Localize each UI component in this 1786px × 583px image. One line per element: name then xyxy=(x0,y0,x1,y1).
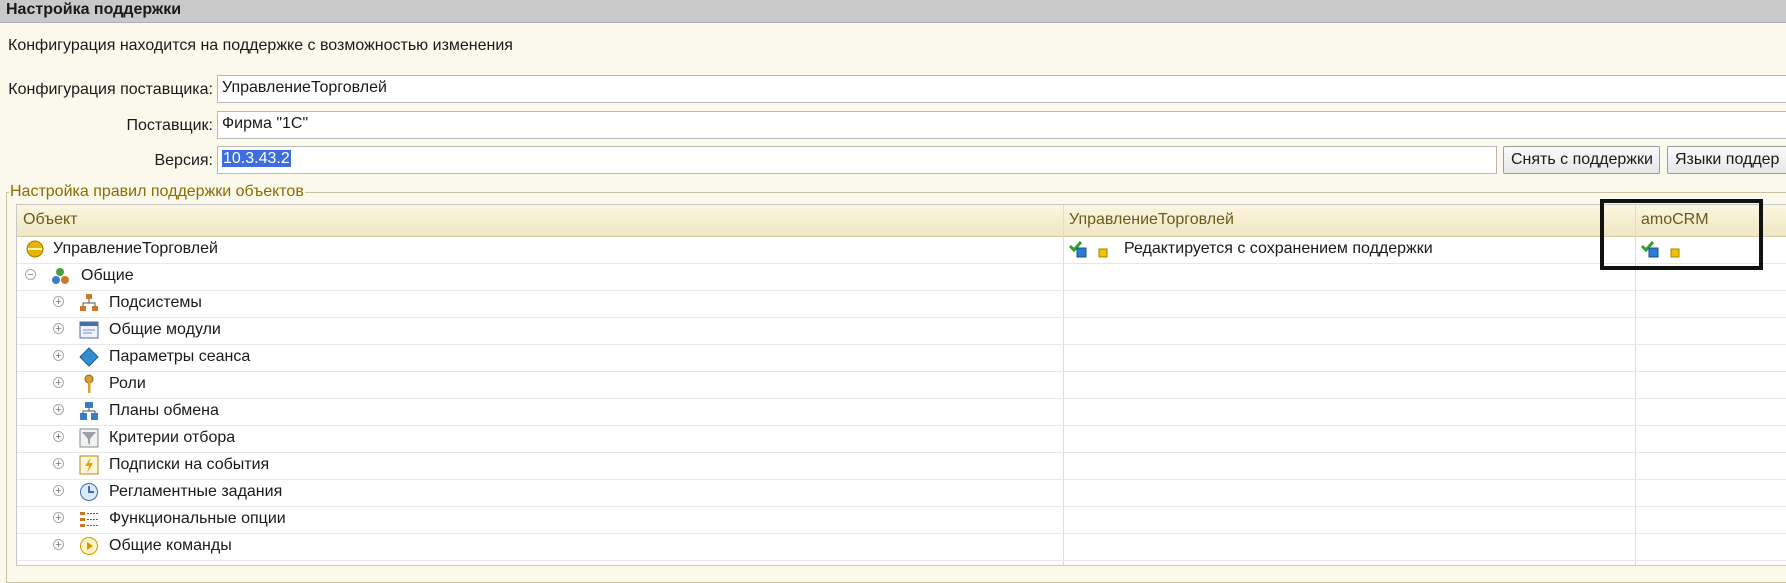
object-name: Критерии отбора xyxy=(109,429,236,446)
expand-icon[interactable]: + xyxy=(53,539,64,551)
vendor-config-value: УправлениеТорговлей xyxy=(222,79,387,96)
vendor-label: Поставщик: xyxy=(126,117,214,134)
subsystems-icon xyxy=(80,294,98,311)
table-row[interactable]: + Роли xyxy=(17,371,1786,399)
object-name: Подписки на события xyxy=(109,456,270,473)
object-name: Функциональные опции xyxy=(109,510,286,527)
version-field[interactable]: 10.3.43.2 xyxy=(217,146,1497,174)
configuration-icon xyxy=(26,240,44,258)
remove-support-button[interactable]: Снять с поддержки xyxy=(1503,146,1660,174)
object-name: Подсистемы xyxy=(109,294,202,311)
expand-icon[interactable]: + xyxy=(53,431,64,443)
object-name: Планы обмена xyxy=(109,402,219,419)
expand-icon[interactable]: + xyxy=(53,458,64,470)
common-modules-icon xyxy=(79,321,99,339)
window-title: Настройка поддержки xyxy=(6,1,182,18)
expand-icon[interactable]: + xyxy=(53,404,64,416)
amocrm-column-highlight-frame xyxy=(1600,199,1763,270)
table-row-root[interactable]: УправлениеТорговлей Редактируется с сохр… xyxy=(17,236,1786,264)
support-rules-table[interactable]: Объект УправлениеТорговлей amoCRM Управл… xyxy=(16,204,1786,566)
vendor-config-label: Конфигурация поставщика: xyxy=(8,81,213,98)
expand-icon[interactable]: + xyxy=(53,512,64,524)
functional-options-icon xyxy=(80,512,98,527)
object-name: Общие команды xyxy=(109,537,232,554)
vendor-config-field[interactable]: УправлениеТорговлей xyxy=(217,75,1786,103)
table-row[interactable]: + Критерии отбора xyxy=(17,425,1786,453)
table-row[interactable]: + Планы обмена xyxy=(17,398,1786,426)
general-object-name: Общие xyxy=(81,267,134,284)
expand-icon[interactable]: + xyxy=(53,323,64,335)
vendor-value: Фирма "1С" xyxy=(222,115,309,132)
column-header-vendor-config[interactable]: УправлениеТорговлей xyxy=(1069,211,1234,229)
version-value: 10.3.43.2 xyxy=(222,150,291,167)
table-row[interactable]: + Регламентные задания xyxy=(17,479,1786,507)
supported-editable-icon xyxy=(1069,241,1108,258)
collapse-icon[interactable]: − xyxy=(25,269,36,281)
object-name: Общие модули xyxy=(109,321,221,338)
support-info-text: Конфигурация находится на поддержке с во… xyxy=(8,37,513,54)
session-params-icon xyxy=(79,347,99,367)
vendor-field[interactable]: Фирма "1С" xyxy=(217,111,1786,139)
object-name: Регламентные задания xyxy=(109,483,283,500)
expand-icon[interactable]: + xyxy=(53,485,64,497)
expand-icon[interactable]: + xyxy=(53,296,64,308)
root-object-name: УправлениеТорговлей xyxy=(53,240,218,257)
general-group-icon xyxy=(52,268,69,284)
table-row[interactable]: + Функциональные опции xyxy=(17,506,1786,534)
event-subscriptions-icon xyxy=(79,455,99,475)
table-row[interactable]: + Параметры сеанса xyxy=(17,344,1786,372)
common-commands-icon xyxy=(80,537,98,555)
roles-key-icon xyxy=(84,374,94,393)
table-row[interactable]: + Подписки на события xyxy=(17,452,1786,480)
table-row[interactable]: + Подсистемы xyxy=(17,290,1786,318)
scheduled-jobs-icon xyxy=(80,483,98,501)
version-label: Версия: xyxy=(154,152,213,169)
table-row-general[interactable]: − Общие xyxy=(17,263,1786,291)
exchange-plans-icon xyxy=(80,402,98,420)
root-support-status: Редактируется с сохранением поддержки xyxy=(1124,240,1433,257)
column-header-object[interactable]: Объект xyxy=(23,211,77,229)
table-row[interactable]: + Общие модули xyxy=(17,317,1786,345)
expand-icon[interactable]: + xyxy=(53,350,64,362)
table-header: Объект УправлениеТорговлей amoCRM xyxy=(17,205,1786,237)
object-name: Роли xyxy=(109,375,146,392)
window-titlebar: Настройка поддержки xyxy=(0,0,1786,23)
filter-criteria-icon xyxy=(79,428,99,448)
object-name: Параметры сеанса xyxy=(109,348,251,365)
support-rules-group-title: Настройка правил поддержки объектов xyxy=(10,183,304,200)
support-languages-button[interactable]: Языки поддер xyxy=(1667,146,1786,174)
expand-icon[interactable]: + xyxy=(53,377,64,389)
